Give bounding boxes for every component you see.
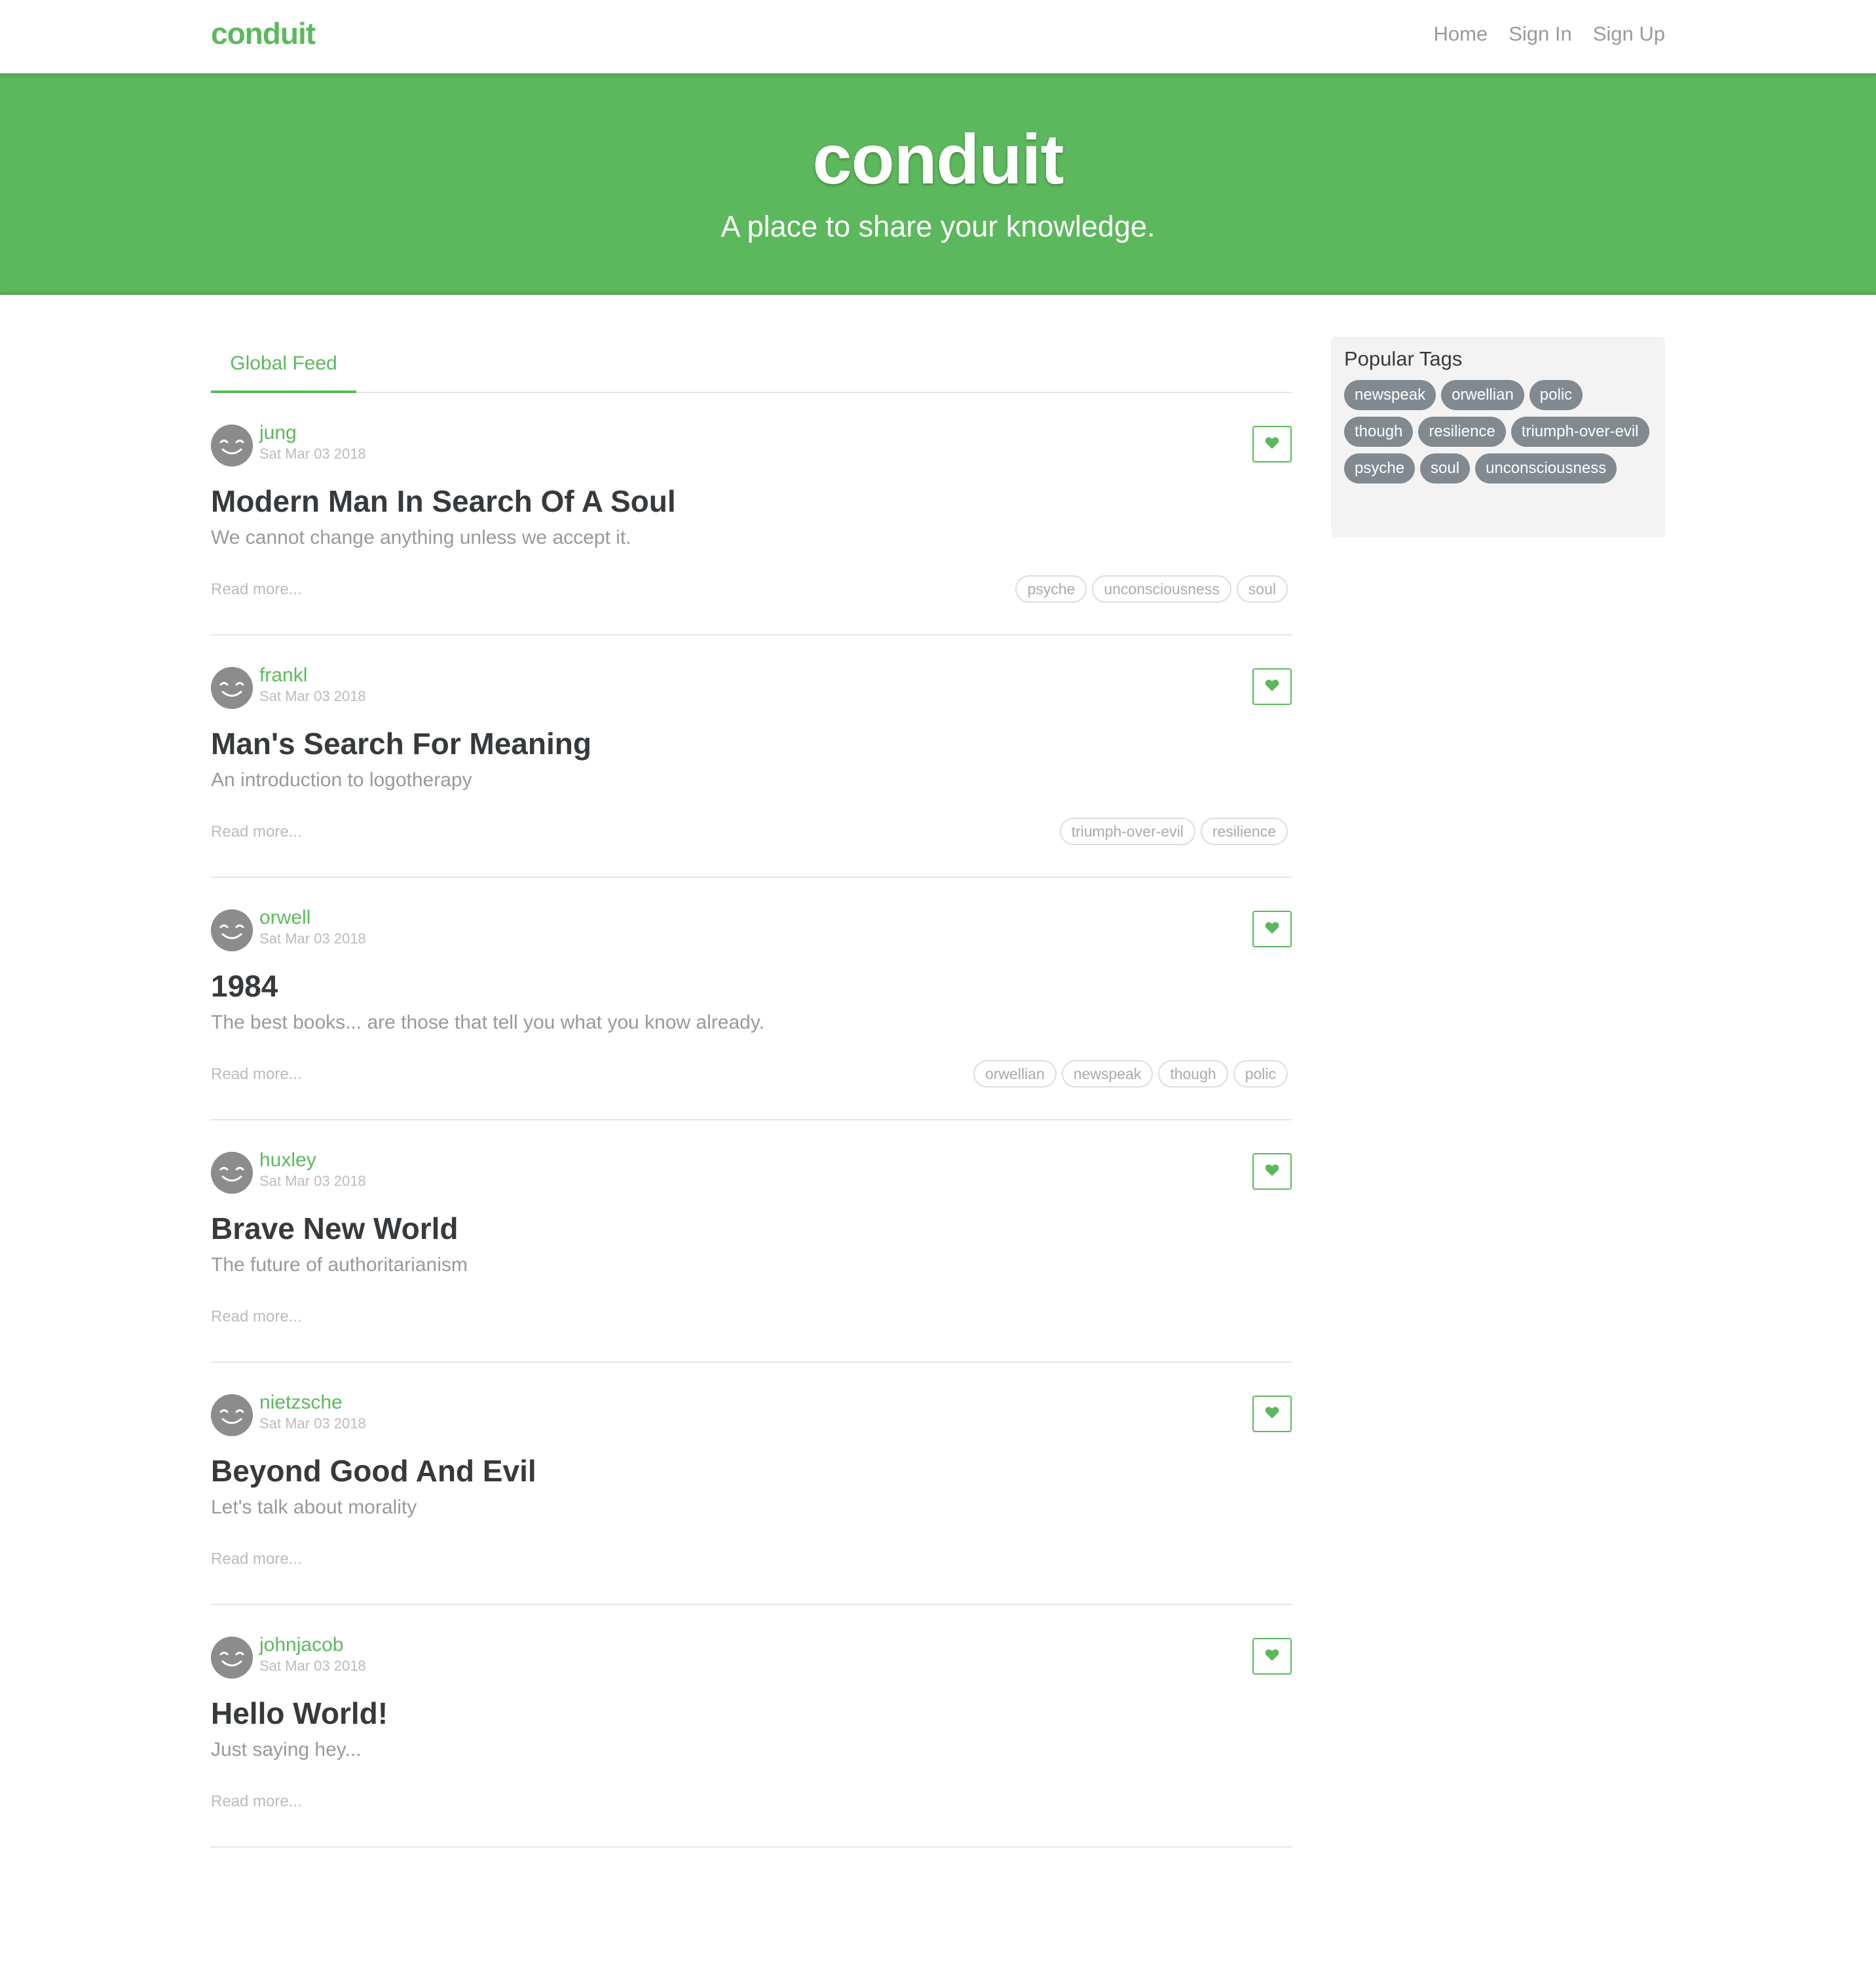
article-tag-list: triumph-over-evil resilience — [1059, 818, 1288, 845]
favorite-button[interactable] — [1252, 1638, 1292, 1675]
read-more-link[interactable]: Read more... — [211, 1550, 302, 1568]
heart-icon — [1265, 921, 1279, 938]
read-more-link[interactable]: Read more... — [211, 580, 302, 599]
tab-global-feed[interactable]: Global Feed — [211, 337, 356, 393]
tag-pill[interactable]: triumph-over-evil — [1510, 417, 1649, 447]
article-title[interactable]: Man's Search For Meaning — [211, 726, 591, 761]
favorite-button[interactable] — [1252, 911, 1292, 947]
article-tag: soul — [1236, 575, 1288, 603]
favorite-button[interactable] — [1252, 1153, 1292, 1190]
article-date: Sat Mar 03 2018 — [259, 1415, 366, 1432]
article-title[interactable]: Brave New World — [211, 1211, 458, 1246]
author-name[interactable]: frankl — [259, 664, 307, 687]
article-list: jung Sat Mar 03 2018 Modern Man In Searc… — [211, 393, 1292, 1848]
tag-pill[interactable]: psyche — [1344, 453, 1416, 484]
article-tag: triumph-over-evil — [1059, 818, 1195, 845]
heart-icon — [1265, 436, 1279, 453]
article-description[interactable]: An introduction to logotherapy — [211, 769, 472, 791]
favorite-button[interactable] — [1252, 1396, 1292, 1432]
tag-pill[interactable]: orwellian — [1441, 380, 1524, 410]
article-preview: jung Sat Mar 03 2018 Modern Man In Searc… — [211, 393, 1292, 636]
favorite-button[interactable] — [1252, 426, 1292, 463]
banner-title: conduit — [812, 119, 1064, 199]
feed-toggle: Global Feed — [211, 337, 1292, 393]
article-tag: psyche — [1015, 575, 1087, 603]
tag-pill[interactable]: polic — [1529, 380, 1583, 410]
author-avatar[interactable] — [211, 1394, 253, 1436]
article-description[interactable]: Just saying hey... — [211, 1739, 362, 1761]
brand-logo[interactable]: conduit — [211, 16, 316, 51]
author-name[interactable]: nietzsche — [259, 1392, 343, 1414]
article-description[interactable]: We cannot change anything unless we acce… — [211, 527, 631, 549]
author-name[interactable]: orwell — [259, 907, 310, 929]
article-tag: orwellian — [973, 1060, 1057, 1088]
tag-pill[interactable]: resilience — [1418, 417, 1506, 447]
article-date: Sat Mar 03 2018 — [259, 1173, 366, 1189]
article-preview: orwell Sat Mar 03 2018 1984 The best boo… — [211, 878, 1292, 1120]
article-feed: Global Feed jung Sat Mar 03 2018 Modern … — [211, 337, 1292, 1848]
author-avatar[interactable] — [211, 425, 253, 466]
article-tag: newspeak — [1061, 1060, 1154, 1088]
tag-pill[interactable]: soul — [1420, 453, 1471, 484]
article-date: Sat Mar 03 2018 — [259, 446, 366, 462]
article-description[interactable]: The future of authoritarianism — [211, 1254, 468, 1276]
article-preview: johnjacob Sat Mar 03 2018 Hello World! J… — [211, 1605, 1292, 1848]
popular-tags-sidebar: Popular Tags newspeak orwellian polic thoug… — [1331, 337, 1665, 537]
article-tag-list: psyche unconsciousness soul — [1015, 575, 1288, 603]
navbar: conduit Home Sign In Sign Up — [0, 0, 1876, 73]
article-tag: polic — [1233, 1060, 1288, 1088]
author-avatar[interactable] — [211, 1152, 253, 1194]
article-title[interactable]: Beyond Good And Evil — [211, 1453, 536, 1489]
author-avatar[interactable] — [211, 909, 253, 951]
read-more-link[interactable]: Read more... — [211, 1308, 302, 1326]
article-description[interactable]: The best books... are those that tell yo… — [211, 1012, 764, 1034]
article-title[interactable]: 1984 — [211, 968, 278, 1004]
article-preview: frankl Sat Mar 03 2018 Man's Search For … — [211, 636, 1292, 878]
tag-pill-list: newspeak orwellian polic though resilience tr… — [1344, 380, 1652, 484]
tag-pill[interactable]: though — [1344, 417, 1414, 447]
tag-pill[interactable]: newspeak — [1344, 380, 1436, 410]
favorite-button[interactable] — [1252, 668, 1292, 705]
article-title[interactable]: Hello World! — [211, 1696, 388, 1731]
read-more-link[interactable]: Read more... — [211, 1793, 302, 1811]
sidebar-title: Popular Tags — [1344, 347, 1463, 370]
article-date: Sat Mar 03 2018 — [259, 930, 366, 947]
author-avatar[interactable] — [211, 667, 253, 709]
read-more-link[interactable]: Read more... — [211, 823, 302, 841]
heart-icon — [1265, 1648, 1279, 1665]
tag-pill[interactable]: unconsciousness — [1475, 453, 1617, 484]
author-name[interactable]: johnjacob — [259, 1634, 343, 1656]
nav-sign-up-link[interactable]: Sign Up — [1593, 22, 1665, 46]
heart-icon — [1265, 1164, 1279, 1180]
heart-icon — [1265, 679, 1279, 695]
article-preview: nietzsche Sat Mar 03 2018 Beyond Good An… — [211, 1363, 1292, 1605]
article-tag: though — [1158, 1060, 1228, 1088]
article-preview: huxley Sat Mar 03 2018 Brave New World T… — [211, 1120, 1292, 1363]
article-tag: unconsciousness — [1092, 575, 1231, 603]
hero-banner: conduit A place to share your knowledge. — [0, 73, 1876, 295]
article-tag-list: orwellian newspeak though polic — [973, 1060, 1288, 1088]
nav-sign-in-link[interactable]: Sign In — [1509, 22, 1572, 46]
banner-subtitle: A place to share your knowledge. — [721, 210, 1155, 243]
nav-links: Home Sign In Sign Up — [1433, 22, 1665, 46]
article-date: Sat Mar 03 2018 — [259, 688, 366, 704]
article-date: Sat Mar 03 2018 — [259, 1658, 366, 1674]
heart-icon — [1265, 1406, 1279, 1422]
author-avatar[interactable] — [211, 1637, 253, 1679]
nav-home-link[interactable]: Home — [1433, 22, 1488, 46]
author-name[interactable]: huxley — [259, 1149, 316, 1171]
read-more-link[interactable]: Read more... — [211, 1065, 302, 1084]
article-tag: resilience — [1200, 818, 1288, 845]
article-description[interactable]: Let's talk about morality — [211, 1496, 417, 1519]
author-name[interactable]: jung — [259, 422, 297, 444]
article-title[interactable]: Modern Man In Search Of A Soul — [211, 484, 676, 519]
